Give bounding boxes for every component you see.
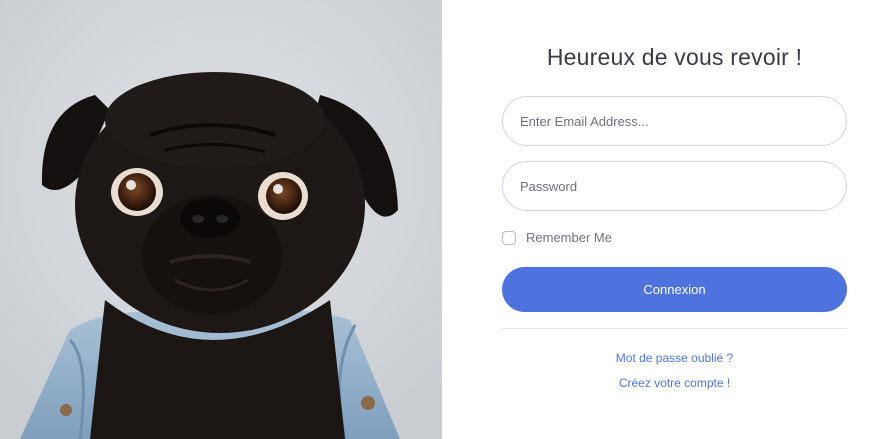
forgot-password-link[interactable]: Mot de passe oublié ? — [502, 351, 847, 365]
create-account-link[interactable]: Créez votre compte ! — [502, 376, 847, 390]
email-field[interactable] — [502, 96, 847, 146]
pug-illustration — [0, 0, 442, 439]
remember-me-checkbox[interactable] — [502, 230, 516, 245]
remember-me-label: Remember Me — [526, 230, 612, 245]
login-page: Heureux de vous revoir ! Remember Me Con… — [0, 0, 889, 439]
divider — [502, 328, 847, 329]
remember-me-row[interactable]: Remember Me — [502, 230, 612, 245]
login-button[interactable]: Connexion — [502, 267, 847, 312]
password-field[interactable] — [502, 161, 847, 211]
pug-photo — [0, 0, 442, 439]
login-form: Heureux de vous revoir ! Remember Me Con… — [442, 0, 889, 439]
page-title: Heureux de vous revoir ! — [546, 44, 803, 70]
